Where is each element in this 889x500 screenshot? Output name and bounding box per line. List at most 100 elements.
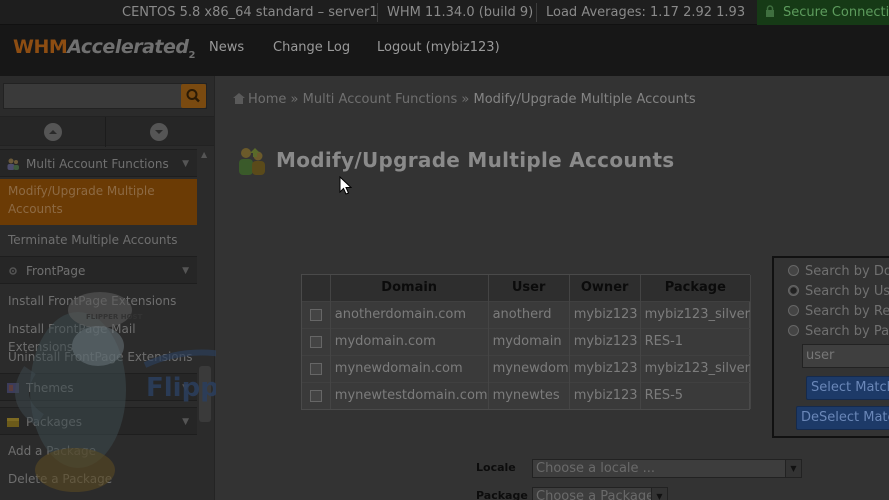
column-header-user[interactable]: User xyxy=(488,275,570,301)
sidebar-cat-themes[interactable]: Themes ▼ xyxy=(0,373,197,401)
cell-package: mybiz123_silver xyxy=(640,300,752,328)
breadcrumb: Home » Multi Account Functions » Modify/… xyxy=(233,92,696,107)
search-option-user[interactable]: Search by Us xyxy=(788,284,889,299)
status-bar: CENTOS 5.8 x86_64 standard – server1 WHM… xyxy=(0,0,889,25)
chevron-up-icon xyxy=(49,130,57,134)
cell-domain: mynewdomain.com xyxy=(330,354,489,382)
breadcrumb-separator: » xyxy=(290,92,299,107)
secure-connection-badge: Secure Connecti xyxy=(757,0,889,25)
whm-logo[interactable]: WHMAccelerated2 xyxy=(13,36,195,61)
scroll-up-button[interactable] xyxy=(44,123,62,141)
locale-label: Locale xyxy=(476,461,516,474)
search-option-label: Search by Re xyxy=(805,304,889,319)
sidebar-search-button[interactable] xyxy=(181,84,206,108)
search-option-reseller[interactable]: Search by Re xyxy=(788,304,889,319)
table-header-row: Domain User Owner Package xyxy=(302,275,752,301)
logo-version-text: 2 xyxy=(188,49,195,61)
column-header-owner[interactable]: Owner xyxy=(569,275,641,301)
package-icon xyxy=(7,418,19,427)
sidebar-cat-label: FrontPage xyxy=(26,264,86,278)
cell-user: mynewtes xyxy=(488,381,570,409)
sidebar-cat-label: Packages xyxy=(26,415,82,429)
cell-user: mydomain xyxy=(488,327,570,355)
radio-button[interactable] xyxy=(788,325,799,336)
cell-package: RES-1 xyxy=(640,327,752,355)
divider xyxy=(377,3,378,22)
package-label: Package xyxy=(476,489,528,500)
themes-icon xyxy=(7,383,19,393)
chevron-down-icon: ▼ xyxy=(182,159,189,169)
nav-news-link[interactable]: News xyxy=(209,40,244,55)
package-select[interactable]: Choose a Package ▼ xyxy=(532,487,668,500)
scrollbar-thumb[interactable] xyxy=(199,366,211,422)
row-checkbox[interactable] xyxy=(309,308,322,321)
radio-button[interactable] xyxy=(788,305,799,316)
row-checkbox[interactable] xyxy=(309,335,322,348)
radio-button-selected[interactable] xyxy=(788,285,799,296)
breadcrumb-current: Modify/Upgrade Multiple Accounts xyxy=(473,92,696,107)
package-select-value: Choose a Package xyxy=(536,489,655,500)
search-match-input[interactable]: user xyxy=(802,344,889,368)
table-row: mynewtestdomain.com mynewtes mybiz123 RE… xyxy=(302,381,752,409)
search-panel: Search by Do Search by Us Search by Re S… xyxy=(772,256,889,438)
mouse-cursor-icon xyxy=(339,176,353,195)
sidebar-item-uninstall-fp[interactable]: Uninstall FrontPage Extensions xyxy=(0,348,197,366)
sidebar-cat-packages[interactable]: Packages ▼ xyxy=(0,407,197,435)
divider xyxy=(536,3,537,22)
scroll-down-button[interactable] xyxy=(150,123,168,141)
sidebar-cat-label: Multi Account Functions xyxy=(26,157,169,171)
sidebar-item-install-fp[interactable]: Install FrontPage Extensions xyxy=(0,292,197,310)
search-option-label: Search by Do xyxy=(805,264,889,279)
select-matching-button[interactable]: Select Match xyxy=(806,376,889,400)
breadcrumb-parent-link[interactable]: Multi Account Functions xyxy=(303,92,458,107)
row-checkbox-cell xyxy=(302,300,331,328)
column-header-domain[interactable]: Domain xyxy=(330,275,489,301)
sidebar-scroll-controls xyxy=(0,116,214,147)
server-info: CENTOS 5.8 x86_64 standard – server1 xyxy=(122,5,378,20)
row-checkbox[interactable] xyxy=(309,389,322,402)
chevron-down-icon: ▼ xyxy=(785,460,801,477)
sidebar-item-terminate[interactable]: Terminate Multiple Accounts xyxy=(0,231,197,249)
sidebar-cat-frontpage[interactable]: FrontPage ▼ xyxy=(0,256,197,284)
frontpage-icon xyxy=(9,267,17,275)
load-averages: Load Averages: 1.17 2.92 1.93 xyxy=(546,5,746,20)
row-checkbox-cell xyxy=(302,354,331,382)
sidebar-item-modify-upgrade[interactable]: Modify/Upgrade Multiple Accounts xyxy=(0,179,197,225)
table-row: mynewdomain.com mynewdom mybiz123 mybiz1… xyxy=(302,354,752,382)
cell-owner: mybiz123 xyxy=(569,381,641,409)
table-row: anotherdomain.com anotherd mybiz123 mybi… xyxy=(302,300,752,328)
column-header-package[interactable]: Package xyxy=(640,275,752,301)
sidebar-item-delete-package[interactable]: Delete a Package xyxy=(0,470,197,488)
search-option-label: Search by Pa xyxy=(805,324,889,339)
cell-owner: mybiz123 xyxy=(569,354,641,382)
logo-whm-text: WHM xyxy=(13,36,68,58)
whm-version: WHM 11.34.0 (build 9) xyxy=(387,5,534,20)
sidebar-search-input[interactable] xyxy=(3,83,207,109)
cell-domain: mydomain.com xyxy=(330,327,489,355)
sidebar-item-add-package[interactable]: Add a Package xyxy=(0,442,197,460)
locale-select-value: Choose a locale ... xyxy=(536,461,656,476)
chevron-down-icon: ▼ xyxy=(182,383,189,393)
row-checkbox[interactable] xyxy=(309,362,322,375)
radio-button[interactable] xyxy=(788,265,799,276)
locale-select[interactable]: Choose a locale ... ▼ xyxy=(532,459,802,478)
cell-user: anotherd xyxy=(488,300,570,328)
chevron-down-icon: ▼ xyxy=(182,417,189,427)
header: WHMAccelerated2 News Change Log Logout (… xyxy=(0,25,889,76)
sidebar-cat-multi-account[interactable]: Multi Account Functions ▼ xyxy=(0,149,197,177)
page-title: Modify/Upgrade Multiple Accounts xyxy=(276,148,675,172)
breadcrumb-home-link[interactable]: Home xyxy=(248,92,286,107)
chevron-down-icon xyxy=(155,130,163,134)
chevron-down-icon: ▼ xyxy=(182,266,189,276)
nav-changelog-link[interactable]: Change Log xyxy=(273,40,350,55)
sidebar-scrollbar[interactable]: ▲ xyxy=(198,148,212,500)
deselect-matching-button[interactable]: DeSelect Matc xyxy=(796,406,889,430)
row-checkbox-cell xyxy=(302,327,331,355)
home-icon xyxy=(233,93,245,104)
sidebar: Multi Account Functions ▼ Modify/Upgrade… xyxy=(0,76,215,500)
table-row: mydomain.com mydomain mybiz123 RES-1 xyxy=(302,327,752,355)
search-option-domain[interactable]: Search by Do xyxy=(788,264,889,279)
chevron-down-icon: ▼ xyxy=(651,488,667,500)
search-option-package[interactable]: Search by Pa xyxy=(788,324,889,339)
nav-logout-link[interactable]: Logout (mybiz123) xyxy=(377,40,500,55)
